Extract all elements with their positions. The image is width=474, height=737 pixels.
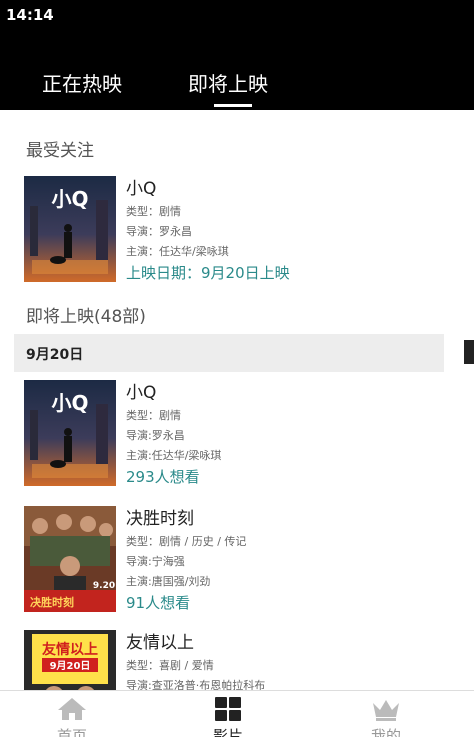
movie-cast: 主演:唐国强/刘劲 [126,575,211,588]
section-title-upcoming: 即将上映(48部) [26,307,146,327]
nav-home[interactable]: 首页 [12,691,132,737]
nav-movies[interactable]: 影片 [168,691,288,737]
movie-title[interactable]: 小Q [126,176,444,202]
movie-director: 导演:宁海强 [126,555,185,568]
grid-icon [215,697,241,721]
movie-release-date: 上映日期：9月20日上映 [126,264,290,282]
movie-poster[interactable]: 决胜时刻 9.20 [24,506,116,612]
movie-cast: 主演:任达华/梁咏琪 [126,449,222,462]
tab-bar: 正在热映 即将上映 [0,62,474,110]
featured-movie-card[interactable]: 小Q 小Q 类型：剧情 导演：罗永昌 主演：任达华/梁咏琪 上映日期：9月20日… [24,176,444,284]
crown-icon [373,700,399,721]
movie-genre: 类型：剧情 / 历史 / 传记 [126,535,247,548]
movie-title[interactable]: 小Q [126,380,444,406]
movie-director: 导演:查亚洛普·布恩帕拉科布 [126,679,266,690]
movie-genre: 类型：喜剧 / 爱情 [126,659,214,672]
home-icon [58,698,86,720]
movie-want-count: 91人想看 [126,594,191,612]
movie-list[interactable]: 最受关注 小Q 小Q 类型：剧情 导演：罗永昌 主演：任达华/梁咏琪 上映日期：… [14,110,462,690]
date-header-label: 9月20日 [26,347,84,363]
movie-genre: 类型：剧情 [126,409,181,422]
nav-movies-label: 影片 [212,727,243,737]
movie-poster[interactable]: 友情以上 9月20日 [24,630,116,690]
movie-card[interactable]: 友情以上 9月20日 友情以上 类型：喜剧 / 爱情 导演:查亚洛普·布恩帕拉科… [24,630,444,690]
movie-genre: 类型：剧情 [126,205,181,218]
poster-title-text: 决胜时刻 [30,595,74,609]
poster-title-text: 小Q [51,187,88,211]
movie-title[interactable]: 决胜时刻 [126,506,444,532]
section-title-featured: 最受关注 [26,141,94,161]
movie-card[interactable]: 决胜时刻 9.20 决胜时刻 类型：剧情 / 历史 / 传记 导演:宁海强 主演… [24,506,444,614]
movie-director: 导演:罗永昌 [126,429,185,442]
poster-title-text: 小Q [51,391,88,415]
nav-home-label: 首页 [56,727,87,737]
poster-title-text: 友情以上 [42,641,98,658]
tab-coming-soon[interactable]: 即将上映 [188,68,268,97]
movie-poster[interactable]: 小Q [24,380,116,486]
tab-now-showing[interactable]: 正在热映 [42,68,122,97]
nav-mine-label: 我的 [370,727,401,737]
nav-mine[interactable]: 我的 [326,691,446,737]
tab-indicator [214,104,252,107]
date-header: 9月20日 [14,334,444,372]
poster-date-text: 9.20 [93,581,115,591]
movie-cast: 主演：任达华/梁咏琪 [126,245,229,258]
scrollbar[interactable] [464,110,474,690]
bottom-nav: 首页 影片 我的 [0,690,474,737]
status-time: 14:14 [6,6,54,24]
movie-director: 导演：罗永昌 [126,225,192,238]
movie-card[interactable]: 小Q 小Q 类型：剧情 导演:罗永昌 主演:任达华/梁咏琪 293人想看 [24,380,444,488]
movie-poster[interactable]: 小Q [24,176,116,282]
scrollbar-thumb[interactable] [464,340,474,364]
movie-want-count: 293人想看 [126,468,200,486]
poster-date-text: 9月20日 [50,660,91,672]
movie-title[interactable]: 友情以上 [126,630,444,656]
top-bar: 14:14 正在热映 即将上映 [0,0,474,110]
